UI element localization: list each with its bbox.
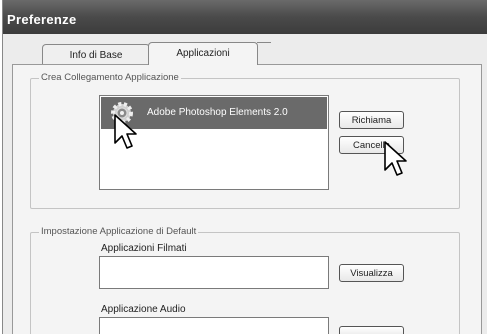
pointer-cursor-icon <box>384 141 407 176</box>
tab-info-di-base[interactable]: Info di Base <box>42 44 150 65</box>
audio-app-field[interactable] <box>99 317 329 334</box>
list-item-label: Adobe Photoshop Elements 2.0 <box>147 107 288 118</box>
app-link-group-title: Crea Collegamento Applicazione <box>39 72 181 83</box>
movie-app-field[interactable] <box>99 256 329 289</box>
audio-app-label: Applicazione Audio <box>101 304 186 315</box>
movie-app-label: Applicazioni Filmati <box>101 243 187 254</box>
default-app-group-title: Impostazione Applicazione di Default <box>39 226 199 237</box>
tab-applicazioni[interactable]: Applicazioni <box>148 42 271 65</box>
richiama-button[interactable]: Richiama <box>339 111 404 129</box>
visualizza-movie-button[interactable]: Visualizza <box>339 264 404 282</box>
pointer-cursor-icon <box>114 114 137 149</box>
visualizza-audio-button[interactable] <box>339 326 404 334</box>
window-title: Preferenze <box>3 0 487 34</box>
